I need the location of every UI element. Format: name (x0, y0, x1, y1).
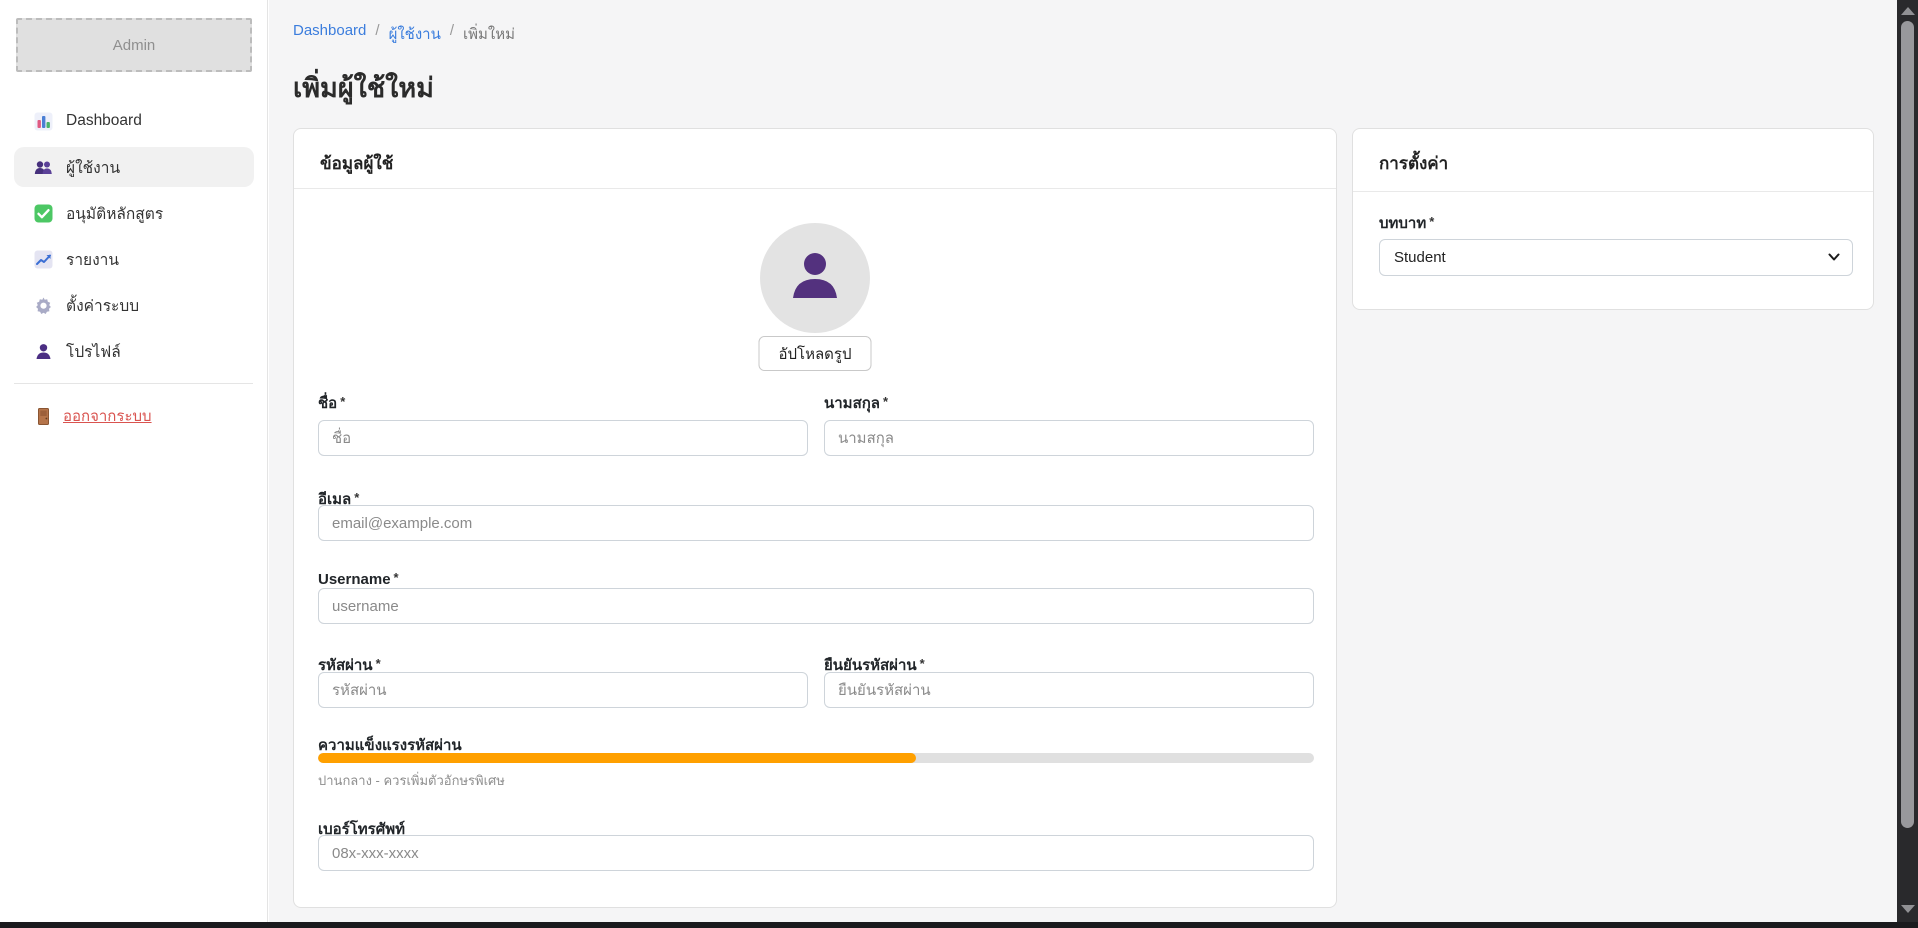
trend-icon (34, 250, 53, 269)
card-divider (1353, 191, 1873, 192)
required-asterisk: * (376, 656, 381, 671)
gear-icon (34, 296, 53, 315)
scrollbar-thumb[interactable] (1901, 21, 1914, 828)
required-asterisk: * (354, 490, 359, 505)
sidebar: Admin Dashboard ผู้ใช้งาน อนุมัติหลักสูต… (0, 0, 268, 922)
admin-logo-placeholder: Admin (16, 18, 252, 72)
settings-card: การตั้งค่า บทบาท* Student (1352, 128, 1874, 310)
users-icon (34, 158, 53, 177)
door-icon (34, 407, 53, 426)
sidebar-divider (14, 383, 253, 384)
check-icon (34, 204, 53, 223)
first-name-input[interactable] (318, 420, 808, 456)
person-icon (34, 342, 53, 361)
sidebar-nav: Dashboard ผู้ใช้งาน อนุมัติหลักสูตร รายง… (0, 101, 268, 371)
role-label: บทบาท* (1379, 211, 1434, 235)
sidebar-item-label: อนุมัติหลักสูตร (66, 201, 163, 226)
upload-photo-button[interactable]: อัปโหลดรูป (759, 336, 872, 371)
sidebar-item-label: ผู้ใช้งาน (66, 155, 120, 180)
logout-label: ออกจากระบบ (63, 404, 152, 428)
sidebar-item-profile[interactable]: โปรไฟล์ (14, 331, 254, 371)
phone-input[interactable] (318, 835, 1314, 871)
card-divider (294, 188, 1336, 189)
scrollbar-up-arrow-icon[interactable] (1901, 7, 1915, 15)
main-content: Dashboard / ผู้ใช้งาน / เพิ่มใหม่ เพิ่มผ… (269, 0, 1897, 922)
breadcrumb-dashboard[interactable]: Dashboard (293, 22, 366, 46)
last-name-input[interactable] (824, 420, 1314, 456)
email-input[interactable] (318, 505, 1314, 541)
settings-card-title: การตั้งค่า (1379, 150, 1448, 177)
breadcrumb-users[interactable]: ผู้ใช้งาน (389, 22, 441, 46)
breadcrumb-separator: / (375, 22, 379, 46)
role-select-wrap: Student (1379, 239, 1853, 276)
scrollbar-down-arrow-icon[interactable] (1901, 905, 1915, 913)
breadcrumb: Dashboard / ผู้ใช้งาน / เพิ่มใหม่ (293, 22, 515, 46)
password-input[interactable] (318, 672, 808, 708)
sidebar-item-dashboard[interactable]: Dashboard (14, 101, 254, 141)
password-strength-hint: ปานกลาง - ควรเพิ่มตัวอักษรพิเศษ (318, 770, 505, 791)
required-asterisk: * (340, 394, 345, 409)
sidebar-item-system-settings[interactable]: ตั้งค่าระบบ (14, 285, 254, 325)
confirm-password-input[interactable] (824, 672, 1314, 708)
avatar (760, 223, 870, 333)
person-silhouette-icon (786, 247, 844, 310)
last-name-label: นามสกุล* (824, 391, 1314, 415)
sidebar-item-label: รายงาน (66, 247, 119, 272)
bar-chart-icon (34, 112, 53, 131)
taskbar-edge (0, 922, 1918, 928)
required-asterisk: * (883, 394, 888, 409)
first-name-label: ชื่อ* (318, 391, 808, 415)
password-strength-fill (318, 753, 916, 763)
username-input[interactable] (318, 588, 1314, 624)
role-select[interactable]: Student (1379, 239, 1853, 276)
password-strength-bar (318, 753, 1314, 763)
breadcrumb-current: เพิ่มใหม่ (463, 22, 515, 46)
user-info-card: ข้อมูลผู้ใช้ อัปโหลดรูป ชื่อ* นามสกุล* อ… (293, 128, 1337, 908)
page-title: เพิ่มผู้ใช้ใหม่ (293, 66, 434, 109)
sidebar-item-users[interactable]: ผู้ใช้งาน (14, 147, 254, 187)
sidebar-item-course-approval[interactable]: อนุมัติหลักสูตร (14, 193, 254, 233)
sidebar-item-reports[interactable]: รายงาน (14, 239, 254, 279)
admin-logo-label: Admin (113, 37, 156, 54)
required-asterisk: * (920, 656, 925, 671)
vertical-scrollbar[interactable] (1897, 0, 1918, 922)
required-asterisk: * (1429, 214, 1434, 229)
required-asterisk: * (394, 570, 399, 585)
sidebar-item-label: โปรไฟล์ (66, 339, 121, 364)
sidebar-item-label: Dashboard (66, 112, 142, 130)
username-label: Username* (318, 570, 1314, 588)
logout-link[interactable]: ออกจากระบบ (34, 404, 152, 428)
sidebar-item-label: ตั้งค่าระบบ (66, 293, 139, 318)
user-card-title: ข้อมูลผู้ใช้ (320, 150, 393, 177)
breadcrumb-separator: / (450, 22, 454, 46)
